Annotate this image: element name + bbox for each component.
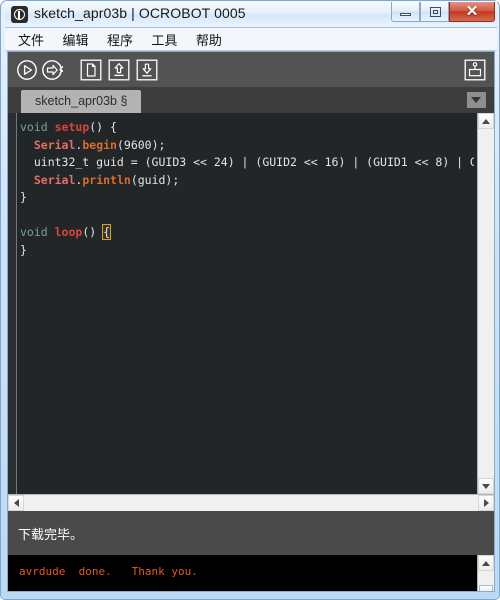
menu-bar: 文件 编辑 程序 工具 帮助 bbox=[5, 28, 497, 51]
menu-help[interactable]: 帮助 bbox=[189, 28, 229, 50]
code-token: println bbox=[82, 172, 131, 187]
window-title: sketch_apr03b | OCROBOT 0005 bbox=[34, 5, 246, 21]
application-window: sketch_apr03b | OCROBOT 0005 ✕ 文件 编辑 程序 … bbox=[0, 0, 500, 600]
code-token: setup bbox=[54, 120, 90, 134]
console-scroll-up-button[interactable] bbox=[478, 555, 494, 571]
triangle-left-icon bbox=[14, 499, 19, 507]
scroll-up-button[interactable] bbox=[478, 113, 494, 129]
triangle-up-icon bbox=[482, 119, 490, 124]
verify-button[interactable] bbox=[16, 59, 38, 81]
menu-tools[interactable]: 工具 bbox=[144, 28, 184, 50]
minimize-icon bbox=[400, 13, 411, 16]
editor-vertical-scrollbar[interactable] bbox=[477, 113, 494, 494]
editor-horizontal-scrollbar[interactable] bbox=[8, 494, 494, 511]
triangle-right-icon bbox=[484, 499, 489, 507]
code-line: Serial.begin(9600); bbox=[20, 137, 474, 155]
code-token: (9600); bbox=[116, 137, 166, 152]
window-inner: sketch_apr03b | OCROBOT 0005 ✕ 文件 编辑 程序 … bbox=[5, 1, 497, 594]
code-editor[interactable]: void setup() { Serial.begin(9600); uint3… bbox=[8, 113, 494, 494]
code-token: () bbox=[82, 225, 104, 239]
tab-bar: sketch_apr03b § bbox=[8, 87, 494, 113]
menu-edit[interactable]: 编辑 bbox=[55, 28, 95, 50]
code-token: void bbox=[20, 120, 55, 134]
save-sketch-button[interactable] bbox=[136, 59, 158, 81]
code-line: void loop() { bbox=[20, 224, 474, 242]
code-text[interactable]: void setup() { Serial.begin(9600); uint3… bbox=[20, 119, 474, 494]
scroll-down-button[interactable] bbox=[478, 478, 494, 494]
triangle-down-icon bbox=[482, 484, 490, 489]
open-sketch-button[interactable] bbox=[108, 59, 130, 81]
code-token: } bbox=[20, 190, 27, 204]
code-line: void setup() { bbox=[20, 119, 474, 137]
code-token: Serial bbox=[33, 137, 76, 152]
code-line: uint32_t guid = (GUID3 << 24) | (GUID2 <… bbox=[20, 154, 474, 172]
close-icon: ✕ bbox=[465, 3, 479, 20]
minimize-button[interactable] bbox=[391, 2, 420, 22]
ocrobot-logo-icon bbox=[11, 6, 28, 23]
code-token: } bbox=[20, 242, 27, 257]
new-document-button[interactable] bbox=[80, 59, 102, 81]
ide-body: sketch_apr03b § void setup() { Serial.be… bbox=[7, 51, 495, 592]
code-token: void bbox=[20, 225, 55, 239]
title-bar: sketch_apr03b | OCROBOT 0005 ✕ bbox=[5, 1, 497, 28]
maximize-icon bbox=[430, 7, 441, 17]
chevron-down-icon bbox=[471, 97, 481, 103]
code-token: () { bbox=[89, 120, 117, 134]
upload-button[interactable] bbox=[42, 59, 64, 81]
code-token: uint32_t guid = (GUID3 << 24) | (GUID2 <… bbox=[20, 155, 474, 169]
tab-menu-button[interactable] bbox=[467, 92, 486, 108]
console-vertical-scrollbar[interactable] bbox=[477, 555, 494, 591]
console-scrollbar-thumb[interactable] bbox=[479, 585, 493, 591]
code-line: } bbox=[20, 189, 474, 207]
toolbar bbox=[8, 52, 494, 87]
code-token: (guid); bbox=[130, 172, 180, 187]
code-token: Serial bbox=[33, 172, 76, 187]
scroll-right-button[interactable] bbox=[478, 495, 494, 511]
editor-gutter bbox=[8, 113, 17, 494]
menu-file[interactable]: 文件 bbox=[11, 28, 51, 50]
code-token: loop bbox=[54, 225, 83, 239]
code-line: Serial.println(guid); bbox=[20, 172, 474, 190]
triangle-up-icon bbox=[482, 561, 490, 566]
code-token: begin bbox=[82, 137, 117, 152]
code-token: { bbox=[102, 224, 112, 240]
scroll-left-button[interactable] bbox=[8, 495, 24, 511]
sketch-tab[interactable]: sketch_apr03b § bbox=[21, 90, 142, 113]
menu-sketch[interactable]: 程序 bbox=[100, 28, 140, 50]
status-message: 下载完毕。 bbox=[8, 511, 494, 555]
code-line: } bbox=[20, 242, 474, 260]
close-button[interactable]: ✕ bbox=[449, 2, 495, 22]
serial-monitor-button[interactable] bbox=[464, 59, 486, 81]
console-output[interactable]: avrdude done. Thank you. bbox=[8, 555, 477, 591]
maximize-button[interactable] bbox=[420, 2, 449, 22]
